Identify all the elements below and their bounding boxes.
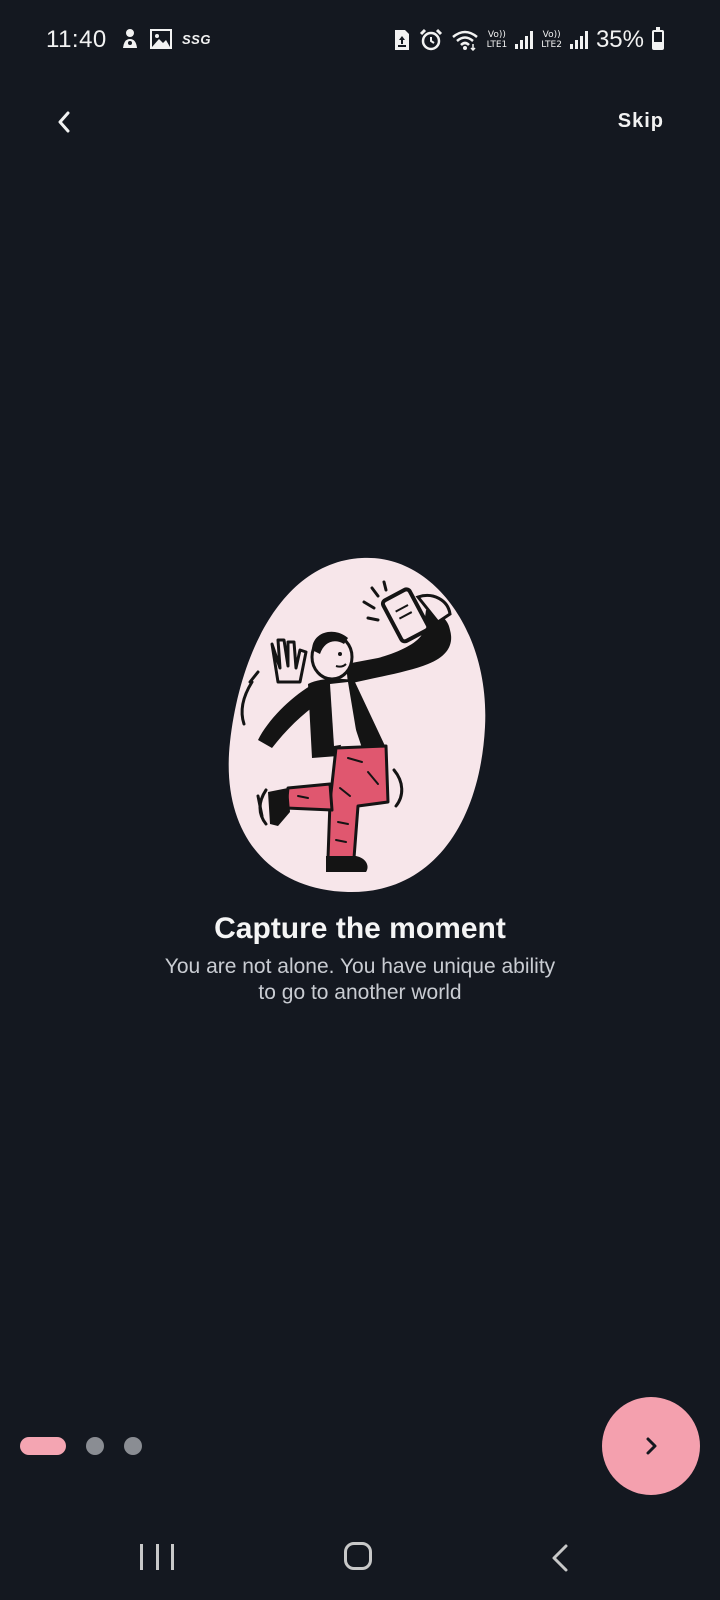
notification-person-icon (123, 29, 137, 48)
page-indicator-dot (124, 1437, 142, 1455)
status-right-icons: Vo)) LTE1 Vo)) LTE2 35% (393, 26, 664, 54)
chevron-right-icon (646, 1437, 657, 1455)
sim2-volte: Vo)) (542, 30, 561, 40)
page-indicator-active (20, 1437, 66, 1455)
chevron-left-icon (58, 111, 70, 133)
sim2-signal-icon (569, 31, 588, 49)
status-left-icons: SSG (120, 28, 211, 50)
skip-button[interactable]: Skip (618, 110, 664, 133)
system-nav-bar (0, 1520, 720, 1600)
sim1-network-label: Vo)) LTE1 (487, 30, 508, 50)
sim2-network-label: Vo)) LTE2 (541, 30, 562, 50)
page-indicator (20, 1437, 142, 1455)
next-button[interactable] (602, 1397, 700, 1495)
back-button[interactable] (44, 100, 84, 144)
status-bar: 11:40 SSG Vo)) LTE1 Vo)) LTE2 35% (0, 0, 720, 84)
page-indicator-dot (86, 1437, 104, 1455)
gallery-icon (150, 29, 172, 49)
alarm-icon (419, 28, 442, 51)
onboarding-subtitle: You are not alone. You have unique abili… (164, 955, 556, 1004)
battery-icon (652, 27, 664, 50)
sim1-volte: Vo)) (487, 30, 506, 40)
wifi-icon (451, 30, 478, 51)
sim2-lte: LTE2 (541, 40, 562, 50)
sim1-signal-icon (515, 31, 534, 49)
recents-icon[interactable] (140, 1544, 174, 1574)
sim1-lte: LTE1 (486, 40, 508, 50)
back-icon[interactable] (548, 1540, 572, 1576)
battery-percent: 35% (595, 26, 644, 53)
home-icon[interactable] (344, 1542, 372, 1570)
sim-icon (394, 30, 409, 50)
battery-fill (654, 42, 662, 48)
status-time: 11:40 (46, 26, 107, 53)
person-taking-selfie-illustration (228, 557, 486, 893)
onboarding-title: Capture the moment (214, 912, 506, 945)
carrier-badge: SSG (182, 31, 211, 47)
